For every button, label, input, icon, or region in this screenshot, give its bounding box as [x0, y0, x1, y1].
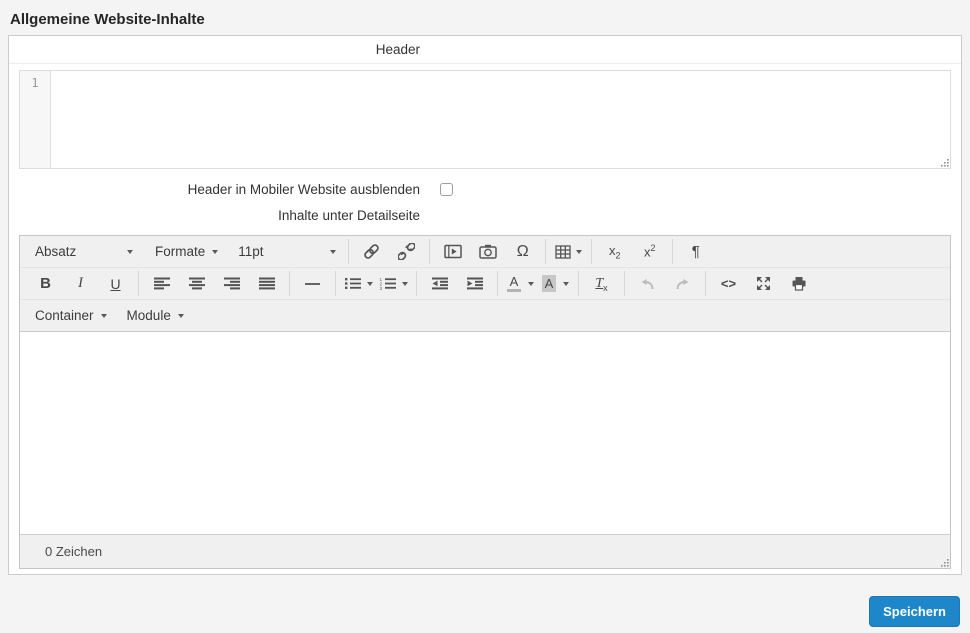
save-button[interactable]: Speichern: [869, 596, 960, 627]
module-dropdown[interactable]: Module: [120, 303, 191, 329]
code-editor-line-number: 1: [31, 76, 39, 90]
text-color-dropdown[interactable]: A: [504, 271, 537, 297]
chevron-down-icon: [177, 313, 184, 318]
toolbar-separator: [672, 239, 674, 264]
formats-dropdown[interactable]: Formate: [148, 239, 225, 265]
align-right-icon[interactable]: [215, 271, 248, 297]
horizontal-rule-icon[interactable]: [296, 271, 329, 297]
bold-icon[interactable]: B: [29, 271, 62, 297]
unlink-icon[interactable]: [390, 239, 423, 265]
special-char-icon[interactable]: Ω: [506, 239, 539, 265]
mobile-hide-label: Header in Mobiler Website ausblenden: [187, 182, 420, 197]
toolbar-separator: [591, 239, 593, 264]
paragraph-icon[interactable]: ¶: [679, 239, 712, 265]
toolbar-separator: [348, 239, 350, 264]
align-left-icon[interactable]: [145, 271, 178, 297]
redo-icon[interactable]: [666, 271, 699, 297]
page-title: Allgemeine Website-Inhalte: [10, 11, 205, 28]
rte-toolbar-row-2: B I U 1 2 3 A A Tx <>: [20, 268, 950, 300]
chevron-down-icon: [127, 249, 133, 254]
formats-label: Formate: [155, 244, 206, 259]
container-dropdown[interactable]: Container: [28, 303, 114, 329]
toolbar-separator: [289, 271, 290, 296]
table-icon: [555, 244, 571, 259]
background-color-dropdown[interactable]: A: [539, 271, 572, 297]
chevron-down-icon: [212, 249, 219, 254]
outdent-icon[interactable]: [423, 271, 456, 297]
rich-text-editor: Absatz Formate 11pt Ω x2 x2 ¶ B I U 1 2 …: [19, 235, 951, 569]
numbered-list-dropdown[interactable]: 123: [377, 271, 410, 297]
chevron-down-icon: [367, 281, 373, 286]
toolbar-separator: [416, 271, 417, 296]
rte-toolbar-row-1: Absatz Formate 11pt Ω x2 x2 ¶: [20, 236, 950, 268]
rte-resize-grip[interactable]: [939, 557, 949, 567]
toolbar-separator: [705, 271, 706, 296]
detail-content-row: Inhalte unter Detailseite: [9, 208, 961, 223]
header-field-label: Header: [375, 42, 420, 57]
table-dropdown[interactable]: [552, 239, 585, 265]
paragraph-format-label: Absatz: [35, 244, 77, 259]
toolbar-separator: [578, 271, 579, 296]
toolbar-separator: [429, 239, 431, 264]
toolbar-separator: [624, 271, 625, 296]
code-editor-resize-grip[interactable]: [939, 157, 949, 167]
container-label: Container: [35, 308, 94, 323]
toolbar-separator: [497, 271, 498, 296]
bullet-list-dropdown[interactable]: [342, 271, 375, 297]
underline-icon[interactable]: U: [99, 271, 132, 297]
svg-text:3: 3: [380, 286, 383, 290]
toolbar-separator: [335, 271, 336, 296]
code-editor-input[interactable]: [51, 71, 950, 168]
character-count: 0 Zeichen: [45, 544, 103, 559]
indent-icon[interactable]: [458, 271, 491, 297]
source-code-icon[interactable]: <>: [712, 271, 745, 297]
rte-toolbar: Absatz Formate 11pt Ω x2 x2 ¶ B I U 1 2 …: [20, 236, 950, 332]
rte-statusbar: 0 Zeichen: [20, 534, 950, 568]
text-color-icon: A: [507, 275, 521, 292]
toolbar-separator: [545, 239, 547, 264]
undo-icon[interactable]: [631, 271, 664, 297]
module-label: Module: [126, 308, 171, 323]
chevron-down-icon: [528, 281, 534, 286]
header-code-editor[interactable]: 1: [19, 70, 951, 169]
bullet-list-icon: [345, 278, 361, 289]
link-icon[interactable]: [355, 239, 388, 265]
form-footer: Speichern: [0, 596, 970, 627]
chevron-down-icon: [100, 313, 107, 318]
image-icon[interactable]: [471, 239, 504, 265]
fullscreen-icon[interactable]: [747, 271, 780, 297]
header-field-row: Header: [9, 36, 961, 64]
clear-formatting-icon[interactable]: Tx: [585, 271, 618, 297]
chevron-down-icon: [563, 281, 570, 286]
superscript-icon[interactable]: x2: [633, 239, 666, 265]
rte-content-area[interactable]: [20, 332, 950, 534]
align-center-icon[interactable]: [180, 271, 213, 297]
media-icon[interactable]: [436, 239, 469, 265]
italic-icon[interactable]: I: [64, 271, 97, 297]
paragraph-format-dropdown[interactable]: Absatz: [28, 239, 140, 265]
mobile-hide-checkbox[interactable]: [440, 183, 453, 196]
detail-content-label: Inhalte unter Detailseite: [278, 208, 420, 223]
mobile-hide-row: Header in Mobiler Website ausblenden: [9, 182, 961, 197]
rte-toolbar-row-3: Container Module: [20, 300, 950, 331]
fontsize-label: 11pt: [238, 244, 264, 259]
print-icon[interactable]: [782, 271, 815, 297]
chevron-down-icon: [330, 249, 337, 254]
align-justify-icon[interactable]: [250, 271, 283, 297]
code-editor-gutter: 1: [20, 71, 51, 168]
general-content-panel: Header 1 Header in Mobiler Website ausbl…: [8, 35, 962, 575]
toolbar-separator: [138, 271, 139, 296]
chevron-down-icon: [576, 249, 583, 254]
subscript-icon[interactable]: x2: [598, 239, 631, 265]
fontsize-dropdown[interactable]: 11pt: [231, 239, 343, 265]
background-color-icon: A: [541, 274, 557, 293]
numbered-list-icon: 123: [380, 277, 396, 290]
chevron-down-icon: [402, 281, 408, 286]
